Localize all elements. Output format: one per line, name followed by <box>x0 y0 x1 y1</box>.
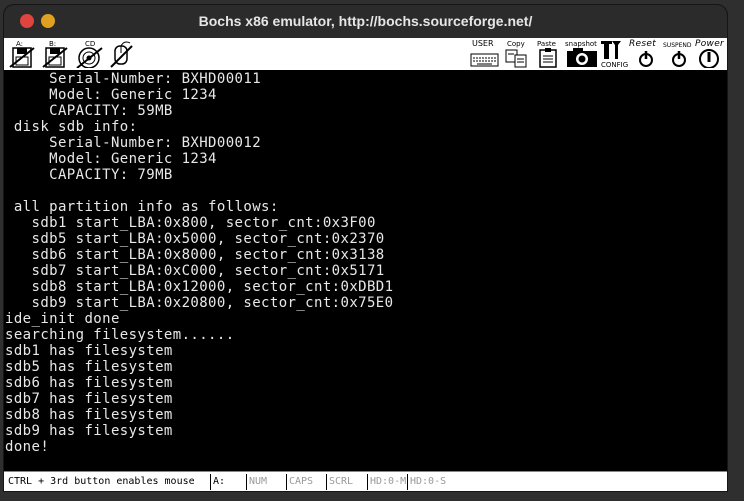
cdrom-button[interactable]: CD <box>74 40 104 68</box>
paste-icon <box>539 48 557 68</box>
console-line: sdb8 has filesystem <box>5 407 173 423</box>
console-output: Serial-Number: BXHD00011 Model: Generic … <box>5 71 393 455</box>
toolbar: A: B: CD USER Copy Paste snapshot CONFIG… <box>4 38 727 71</box>
console-line: searching filesystem...... <box>5 327 235 343</box>
console-line: done! <box>5 439 50 455</box>
snapshot-button[interactable]: snapshot <box>565 40 599 68</box>
camera-icon <box>567 48 597 67</box>
console-line: sdb9 has filesystem <box>5 423 173 439</box>
cdrom-icon <box>76 47 103 68</box>
bochs-window: Bochs x86 emulator, http://bochs.sourcef… <box>4 5 727 491</box>
user-button[interactable]: USER <box>470 40 500 68</box>
status-bar: CTRL + 3rd button enables mouse A: NUM C… <box>4 471 727 491</box>
reset-button[interactable]: Reset <box>629 40 663 68</box>
console-line: ide_init done <box>5 311 120 327</box>
floppy-a-icon <box>9 47 35 68</box>
copy-icon <box>505 49 527 68</box>
floppy-b-button[interactable]: B: <box>41 40 69 68</box>
floppy-b-icon <box>42 47 68 68</box>
keyboard-icon <box>470 53 499 67</box>
console-line: sdb1 has filesystem <box>5 343 173 359</box>
console-line: Serial-Number: BXHD00012 <box>5 135 262 151</box>
mouse-capture-button[interactable] <box>108 40 134 68</box>
status-hd0-slave: HD:0-S <box>407 474 450 490</box>
config-label: CONFIG <box>601 61 629 69</box>
console-line: CAPACITY: 79MB <box>5 167 173 183</box>
reset-icon <box>639 51 653 67</box>
console-line: CAPACITY: 59MB <box>5 103 173 119</box>
console-line: disk sdb info: <box>5 119 138 135</box>
console-line: Serial-Number: BXHD00011 <box>5 71 262 87</box>
console-line: sdb7 has filesystem <box>5 391 173 407</box>
console-line: sdb6 has filesystem <box>5 375 173 391</box>
console-line: sdb9 start_LBA:0x20800, sector_cnt:0x75E… <box>5 295 394 311</box>
status-scrl: SCRL <box>326 474 367 490</box>
power-icon <box>699 49 719 68</box>
copy-button[interactable]: Copy <box>504 40 530 68</box>
console-line: Model: Generic 1234 <box>5 87 217 103</box>
mouse-icon <box>110 41 133 68</box>
console-line: sdb5 has filesystem <box>5 359 173 375</box>
console-line: sdb7 start_LBA:0xC000, sector_cnt:0x5171 <box>5 263 385 279</box>
suspend-button[interactable]: SUSPEND <box>663 40 695 68</box>
console-line: all partition info as follows: <box>5 199 279 215</box>
console-line: sdb8 start_LBA:0x12000, sector_cnt:0xDBD… <box>5 279 394 295</box>
console-line: Model: Generic 1234 <box>5 151 217 167</box>
suspend-icon <box>672 51 686 67</box>
status-caps: CAPS <box>286 474 325 490</box>
console-line: sdb6 start_LBA:0x8000, sector_cnt:0x3138 <box>5 247 385 263</box>
window-title: Bochs x86 emulator, http://bochs.sourcef… <box>198 13 533 29</box>
status-num: NUM <box>246 474 285 490</box>
emulator-screen[interactable]: Serial-Number: BXHD00011 Model: Generic … <box>4 71 727 471</box>
status-drive: A: <box>210 474 247 490</box>
config-button[interactable]: CONFIG <box>601 40 629 69</box>
title-bar[interactable]: Bochs x86 emulator, http://bochs.sourcef… <box>4 5 727 39</box>
paste-button[interactable]: Paste <box>536 40 562 68</box>
power-button[interactable]: Power <box>695 40 725 68</box>
console-line: sdb1 start_LBA:0x800, sector_cnt:0x3F00 <box>5 215 376 231</box>
status-message: CTRL + 3rd button enables mouse <box>8 476 195 487</box>
status-hd0-master: HD:0-M <box>367 474 408 490</box>
floppy-a-button[interactable]: A: <box>8 40 36 68</box>
config-icon <box>601 41 621 59</box>
console-line: sdb5 start_LBA:0x5000, sector_cnt:0x2370 <box>5 231 385 247</box>
